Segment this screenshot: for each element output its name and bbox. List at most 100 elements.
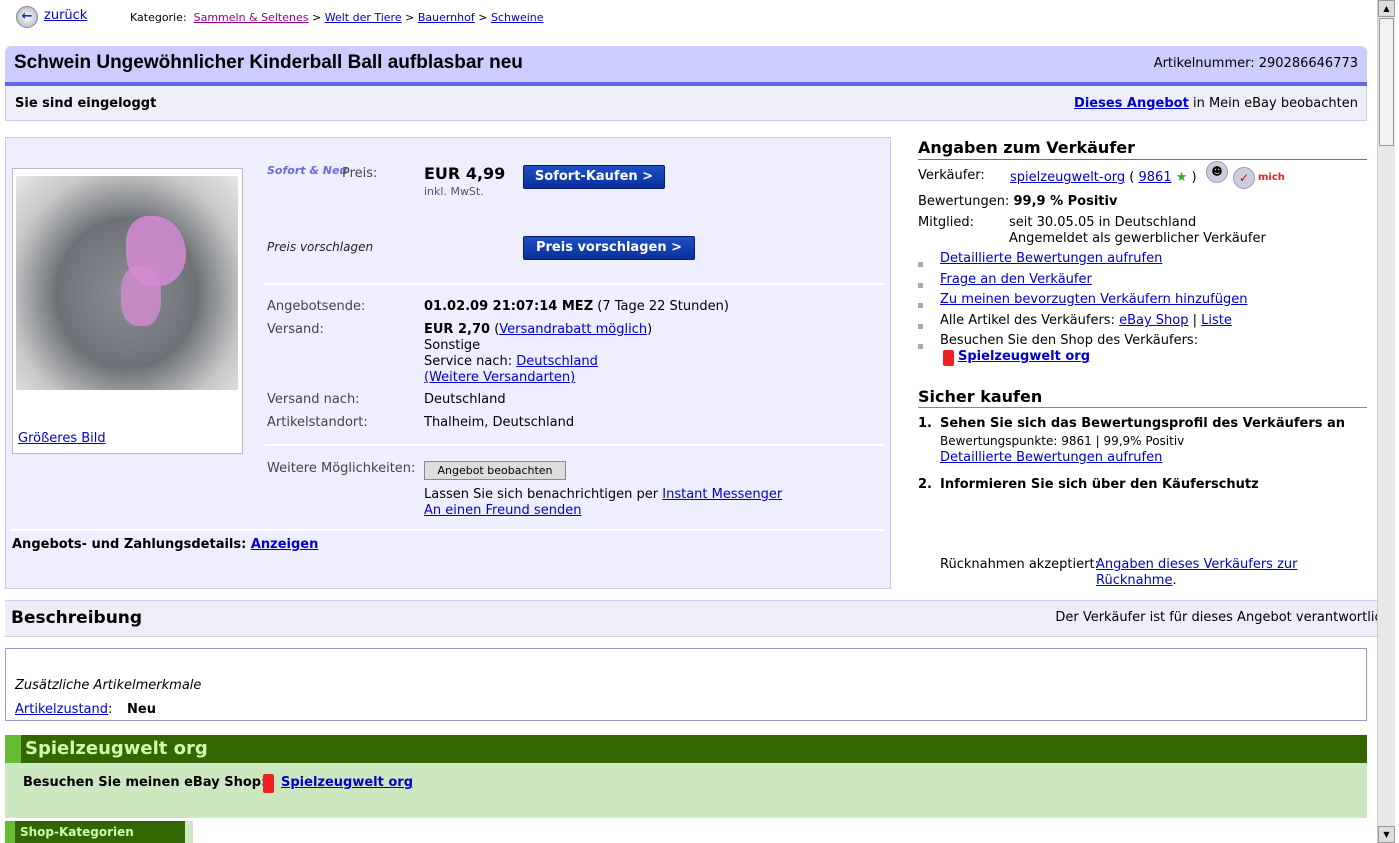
watch-item-button[interactable]: Angebot beobachten [424,461,566,480]
condition-link[interactable]: Artikelzustand [15,702,108,717]
item-image[interactable] [16,176,238,390]
add-favorite-seller-link[interactable]: Zu meinen bevorzugten Verkäufern hinzufü… [940,292,1247,307]
details-row: Angebots- und Zahlungsdetails: Anzeigen [12,537,318,552]
contact-icon[interactable]: ☻ [1206,161,1228,183]
send-friend-link[interactable]: An einen Freund senden [424,503,581,518]
shipping-label: Versand: [267,322,324,337]
location-label: Artikelstandort: [267,415,368,430]
separator: > [312,11,322,24]
service-label: Service nach: [424,354,517,369]
member-since: seit 30.05.05 in Deutschland [1009,215,1197,230]
returns-link[interactable]: Angaben dieses Verkäufers zur [1096,557,1297,572]
divider [265,444,885,446]
notify-text: Lassen Sie sich benachrichtigen per Inst… [424,487,782,519]
shop-link[interactable]: Spielzeugwelt org [281,775,413,790]
bigger-image-link[interactable]: Größeres Bild [18,431,106,446]
scroll-down-icon[interactable]: ▼ [1378,826,1395,843]
shipping-price: EUR 2,70 [424,322,491,337]
rating-label: Bewertungen: [918,194,1010,209]
shop-categories-label: Shop-Kategorien [20,825,134,839]
ebay-shop-link[interactable]: eBay Shop [1119,313,1188,328]
all-items-label: Alle Artikel des Verkäufers: [940,313,1120,328]
bullet-icon [918,262,923,267]
end-time: 01.02.09 21:07:14 MEZ (7 Tage 22 Stunden… [424,299,729,314]
scroll-thumb[interactable] [1379,18,1394,146]
breadcrumb-link[interactable]: Sammeln & Seltenes [194,11,309,24]
notify-label: Lassen Sie sich benachrichtigen per [424,487,663,502]
login-status: Sie sind eingeloggt [15,96,157,111]
heading-rule [918,159,1367,160]
visit-shop-label: Besuchen Sie den Shop des Verkäufers: [940,333,1199,348]
breadcrumb: Kategorie: Sammeln & Seltenes > Welt der… [130,11,544,24]
list-link[interactable]: Liste [1201,313,1232,328]
me-page-icon[interactable]: ✓ [1233,167,1255,189]
bullet-icon [918,303,923,308]
bullet-icon [918,344,923,349]
shop-icon [263,774,274,793]
ask-seller-link[interactable]: Frage an den Verkäufer [940,272,1092,287]
watch-link[interactable]: Dieses Angebot [1074,96,1189,111]
ship-to: Deutschland [424,392,506,407]
breadcrumb-link[interactable]: Welt der Tiere [325,11,402,24]
make-offer-button[interactable]: Preis vorschlagen > [523,236,695,260]
back-link[interactable]: zurück [44,8,87,23]
scrollbar[interactable]: ▲ ▼ [1377,0,1395,843]
rating-row: Bewertungen: 99,9 % Positiv [918,194,1117,209]
description-heading: Beschreibung [11,608,143,628]
me-badge[interactable]: mich [1258,172,1285,183]
step-number: 2. [918,477,932,492]
returns-info: Angaben dieses Verkäufers zur Rücknahme. [1096,557,1298,588]
all-items-row: Alle Artikel des Verkäufers: eBay Shop |… [940,313,1232,328]
shop-icon [943,350,954,366]
bullet-icon [918,283,923,288]
shipping-method: Sonstige [424,338,481,353]
divider [10,529,885,531]
step1-points: Bewertungspunkte: 9861 | 99,9% Positiv [940,434,1185,448]
shipping-discount-link[interactable]: Versandrabatt möglich [499,322,647,337]
shipping-info: EUR 2,70 (Versandrabatt möglich) Sonstig… [424,322,653,385]
feedback-score-link[interactable]: 9861 [1139,170,1172,185]
category-label: Kategorie: [130,11,187,24]
seller-responsible: Der Verkäufer ist für dieses Angebot ver… [1055,610,1394,625]
scroll-up-icon[interactable]: ▲ [1378,0,1395,17]
seller-label: Verkäufer: [918,168,985,183]
step-number: 1. [918,416,932,431]
more-shipping-link[interactable]: (Weitere Versandarten) [424,370,575,385]
seller-name-link[interactable]: spielzeugwelt-org [1010,170,1125,185]
member-type: Angemeldet als gewerblicher Verkäufer [1009,231,1266,246]
rating-value: 99,9 % Positiv [1013,194,1118,209]
buy-now-button[interactable]: Sofort-Kaufen > [523,165,665,189]
shop-body [5,763,1367,818]
features-box [5,648,1367,721]
returns-link[interactable]: Rücknahme [1096,573,1172,588]
instant-messenger-link[interactable]: Instant Messenger [662,487,782,502]
condition-row: Artikelzustand: [15,702,113,717]
condition-value: Neu [127,702,156,717]
details-link[interactable]: Anzeigen [251,537,319,552]
breadcrumb-link[interactable]: Schweine [491,11,544,24]
shop-header [5,735,1367,763]
separator: > [405,11,415,24]
price-label: Preis: [342,166,378,181]
step1-feedback-link[interactable]: Detaillierte Bewertungen aufrufen [940,450,1162,465]
back-icon[interactable]: ← [16,6,38,28]
seller-shop-link[interactable]: Spielzeugwelt org [958,349,1090,364]
vat-note: inkl. MwSt. [424,185,484,198]
shop-title: Spielzeugwelt org [25,738,208,759]
time-left: (7 Tage 22 Stunden) [593,299,729,314]
detailed-feedback-link[interactable]: Detaillierte Bewertungen aufrufen [940,251,1162,266]
end-label: Angebotsende: [267,299,366,314]
breadcrumb-link[interactable]: Bauernhof [418,11,475,24]
step2-text: Informieren Sie sich über den Käuferschu… [940,477,1259,492]
page-title: Schwein Ungewöhnlicher Kinderball Ball a… [14,52,523,73]
end-date: 01.02.09 21:07:14 MEZ [424,299,594,314]
step1-text: Sehen Sie sich das Bewertungsprofil des … [940,416,1346,431]
bullet-icon [918,324,923,329]
divider [265,283,885,285]
member-info: seit 30.05.05 in Deutschland Angemeldet a… [1009,215,1266,247]
more-options-label: Weitere Möglichkeiten: [267,461,416,476]
ship-to-label: Versand nach: [267,392,360,407]
seller-heading: Angaben zum Verkäufer [918,138,1136,157]
shop-visit-label: Besuchen Sie meinen eBay Shop: [23,775,267,790]
service-country-link[interactable]: Deutschland [516,354,598,369]
